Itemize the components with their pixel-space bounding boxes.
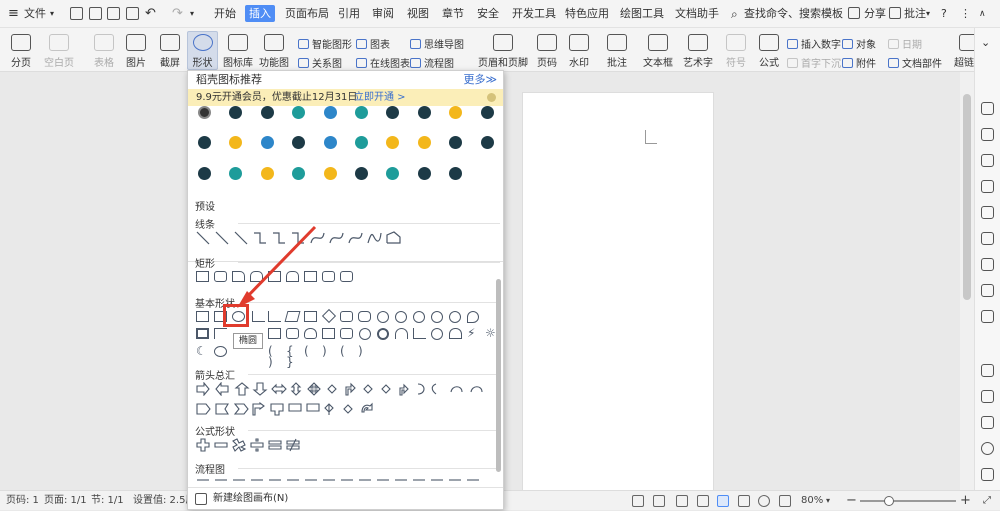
annotation-arrow [237, 225, 317, 308]
red-arrow-line [241, 225, 317, 303]
